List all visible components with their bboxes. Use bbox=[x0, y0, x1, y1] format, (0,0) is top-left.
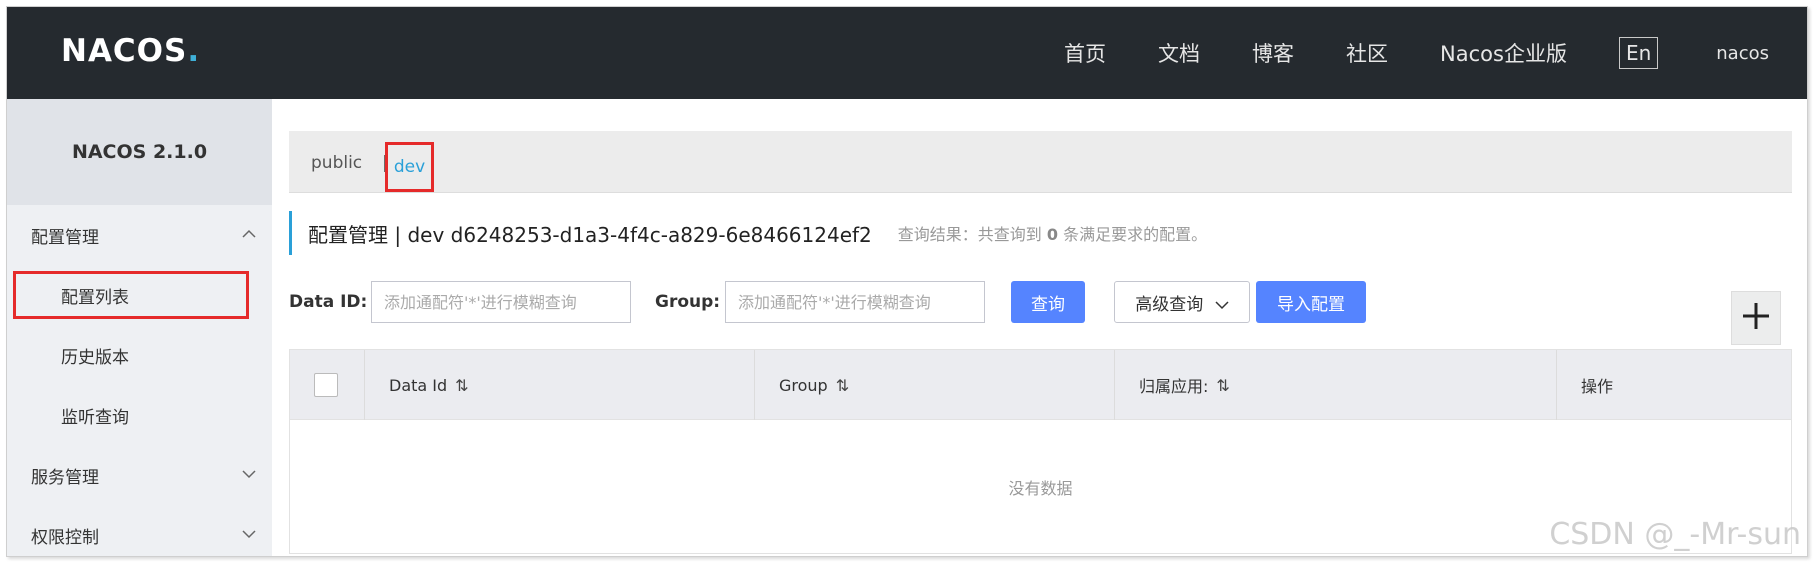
nav-enterprise[interactable]: Nacos企业版 bbox=[1440, 38, 1567, 68]
data-id-label: Data ID: bbox=[289, 292, 368, 312]
nacos-logo[interactable]: NACOS. bbox=[61, 33, 200, 69]
version-label: NACOS 2.1.0 bbox=[7, 99, 272, 205]
sidebar: NACOS 2.1.0 配置管理 配置列表 历史版本 监听查询 服务管理 权限控… bbox=[7, 99, 272, 556]
column-app[interactable]: 归属应用: ⇅ bbox=[1115, 350, 1557, 420]
nav-blog[interactable]: 博客 bbox=[1252, 38, 1294, 68]
config-submenu: 配置列表 历史版本 监听查询 bbox=[7, 265, 272, 445]
group-input[interactable] bbox=[725, 281, 985, 323]
app-window: NACOS. 首页 文档 博客 社区 Nacos企业版 En nacos NAC… bbox=[6, 6, 1808, 557]
logo-dot: . bbox=[187, 33, 201, 69]
namespace-dev[interactable]: dev bbox=[385, 142, 434, 192]
page-title-row: 配置管理 | dev d6248253-d1a3-4f4c-a829-6e846… bbox=[289, 211, 1207, 255]
watermark: CSDN @_-Mr-sun bbox=[1549, 517, 1801, 552]
column-label: Group bbox=[779, 375, 828, 395]
column-label: 操作 bbox=[1581, 377, 1614, 396]
result-prefix: 查询结果：共查询到 bbox=[897, 225, 1042, 244]
chevron-up-icon bbox=[242, 227, 256, 243]
nav-community[interactable]: 社区 bbox=[1346, 38, 1388, 68]
sort-icon[interactable]: ⇅ bbox=[455, 376, 468, 395]
data-id-input[interactable] bbox=[371, 281, 631, 323]
table-header: Data Id ⇅ Group ⇅ 归属应用: ⇅ 操作 bbox=[290, 350, 1791, 420]
group-label: Group: bbox=[655, 292, 721, 312]
nav-home[interactable]: 首页 bbox=[1064, 38, 1106, 68]
query-button[interactable]: 查询 bbox=[1011, 281, 1085, 323]
column-data-id[interactable]: Data Id ⇅ bbox=[365, 350, 755, 420]
sidebar-item-config-list[interactable]: 配置列表 bbox=[7, 265, 272, 325]
sidebar-group-label: 配置管理 bbox=[31, 227, 99, 248]
column-group[interactable]: Group ⇅ bbox=[755, 350, 1115, 420]
sidebar-group-auth[interactable]: 权限控制 bbox=[7, 505, 272, 556]
sort-icon[interactable]: ⇅ bbox=[1216, 376, 1229, 395]
select-all-checkbox[interactable] bbox=[314, 373, 338, 397]
search-form: Data ID: Group: 查询 高级查询 导入配置 bbox=[289, 281, 1807, 325]
plus-icon bbox=[1741, 301, 1771, 336]
sidebar-group-config[interactable]: 配置管理 bbox=[7, 205, 272, 265]
import-config-button[interactable]: 导入配置 bbox=[1256, 281, 1366, 323]
result-count: 0 bbox=[1046, 225, 1059, 244]
namespace-public[interactable]: public bbox=[311, 153, 362, 173]
chevron-down-icon bbox=[242, 467, 256, 483]
chevron-down-icon bbox=[242, 527, 256, 543]
sidebar-item-label: 历史版本 bbox=[61, 347, 129, 368]
language-toggle-button[interactable]: En bbox=[1618, 37, 1659, 69]
user-name[interactable]: nacos bbox=[1716, 43, 1769, 64]
add-config-button[interactable] bbox=[1731, 291, 1781, 345]
highlight-box bbox=[13, 271, 249, 319]
column-label: 归属应用: bbox=[1139, 377, 1209, 396]
sidebar-group-label: 服务管理 bbox=[31, 467, 99, 488]
advanced-query-button[interactable]: 高级查询 bbox=[1114, 281, 1250, 323]
sidebar-group-label: 权限控制 bbox=[31, 527, 99, 548]
sort-icon[interactable]: ⇅ bbox=[836, 376, 849, 395]
column-actions: 操作 bbox=[1557, 350, 1791, 420]
nav-docs[interactable]: 文档 bbox=[1158, 38, 1200, 68]
namespace-bar: public | dev bbox=[289, 131, 1792, 193]
column-label: Data Id bbox=[389, 375, 448, 395]
sidebar-item-label: 监听查询 bbox=[61, 407, 129, 428]
sidebar-item-listener[interactable]: 监听查询 bbox=[7, 385, 272, 445]
page-title: 配置管理 | dev d6248253-d1a3-4f4c-a829-6e846… bbox=[308, 222, 872, 247]
result-suffix: 条满足要求的配置。 bbox=[1063, 225, 1208, 244]
main-content: public | dev 配置管理 | dev d6248253-d1a3-4f… bbox=[289, 99, 1807, 556]
sidebar-group-service[interactable]: 服务管理 bbox=[7, 445, 272, 505]
chevron-down-icon bbox=[1215, 295, 1229, 315]
top-navbar: NACOS. 首页 文档 博客 社区 Nacos企业版 En nacos bbox=[7, 7, 1807, 99]
query-result-summary: 查询结果：共查询到 0 条满足要求的配置。 bbox=[898, 221, 1207, 245]
sidebar-item-history[interactable]: 历史版本 bbox=[7, 325, 272, 385]
top-nav: 首页 文档 博客 社区 Nacos企业版 En nacos bbox=[1064, 7, 1807, 99]
advanced-query-label: 高级查询 bbox=[1135, 294, 1204, 315]
logo-text: NACOS bbox=[61, 33, 188, 69]
select-all-cell bbox=[290, 350, 365, 420]
